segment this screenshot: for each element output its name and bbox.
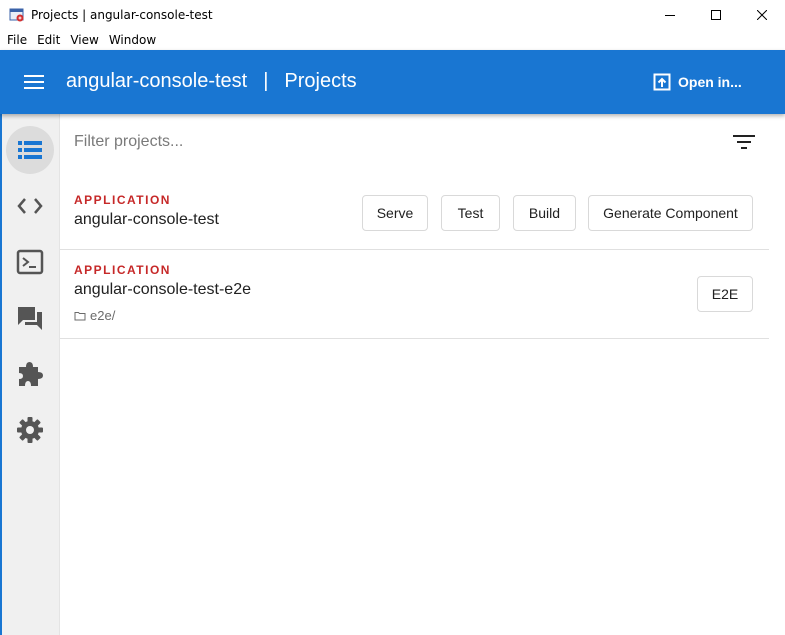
sidebar-item-forum[interactable] [6,294,54,342]
menu-edit[interactable]: Edit [32,30,65,50]
sidebar-item-terminal[interactable] [6,238,54,286]
menu-toggle-button[interactable] [18,70,50,94]
generate-component-button[interactable]: Generate Component [588,195,753,231]
project-root-path: e2e/ [90,308,116,323]
project-row: APPLICATION angular-console-test Serve T… [60,180,769,250]
code-icon [17,198,43,214]
page-title: Projects [284,70,357,92]
open-in-new-icon [653,73,671,91]
open-in-label: Open in... [678,74,742,90]
project-name: angular-console-test-e2e [74,281,251,298]
menu-window[interactable]: Window [104,30,161,50]
filter-projects-input[interactable] [74,131,674,153]
project-type: APPLICATION [74,193,171,207]
workspace-name: angular-console-test [66,70,248,92]
sidebar-item-code[interactable] [6,182,54,230]
window-titlebar: Projects | angular-console-test [0,0,785,30]
maximize-button[interactable] [693,0,739,30]
test-button[interactable]: Test [441,195,500,231]
folder-icon [74,311,86,320]
sidebar-item-extensions[interactable] [6,350,54,398]
filter-list-icon [733,135,755,149]
sidebar-item-projects[interactable] [6,126,54,174]
list-icon [18,141,42,159]
hamburger-icon [24,75,44,89]
menu-view[interactable]: View [65,30,103,50]
serve-button[interactable]: Serve [362,195,428,231]
minimize-button[interactable] [647,0,693,30]
sidebar-item-settings[interactable] [6,406,54,454]
window-left-border [0,114,2,635]
app-icon [9,7,25,23]
project-type: APPLICATION [74,263,171,277]
maximize-icon [711,10,721,20]
toolbar-title: angular-console-test | Projects [66,70,357,93]
open-in-button[interactable]: Open in... [652,70,742,94]
e2e-button[interactable]: E2E [697,276,753,312]
menu-file[interactable]: File [0,30,32,50]
menu-bar: File Edit View Window [0,30,785,50]
project-root: e2e/ [74,308,115,323]
filter-bar [60,114,785,170]
filter-button[interactable] [730,128,758,156]
extension-icon [19,362,43,386]
close-icon [757,10,767,20]
terminal-icon [16,249,44,275]
project-row: APPLICATION angular-console-test-e2e e2e… [60,250,769,339]
minimize-icon [665,15,675,16]
project-name: angular-console-test [74,211,219,228]
build-button[interactable]: Build [513,195,576,231]
close-button[interactable] [739,0,785,30]
settings-icon [17,417,43,443]
sidebar-nav [0,114,60,635]
app-toolbar: angular-console-test | Projects Open in.… [0,50,785,114]
window-title: Projects | angular-console-test [31,8,213,22]
forum-icon [18,307,42,330]
title-separator: | [263,70,269,92]
